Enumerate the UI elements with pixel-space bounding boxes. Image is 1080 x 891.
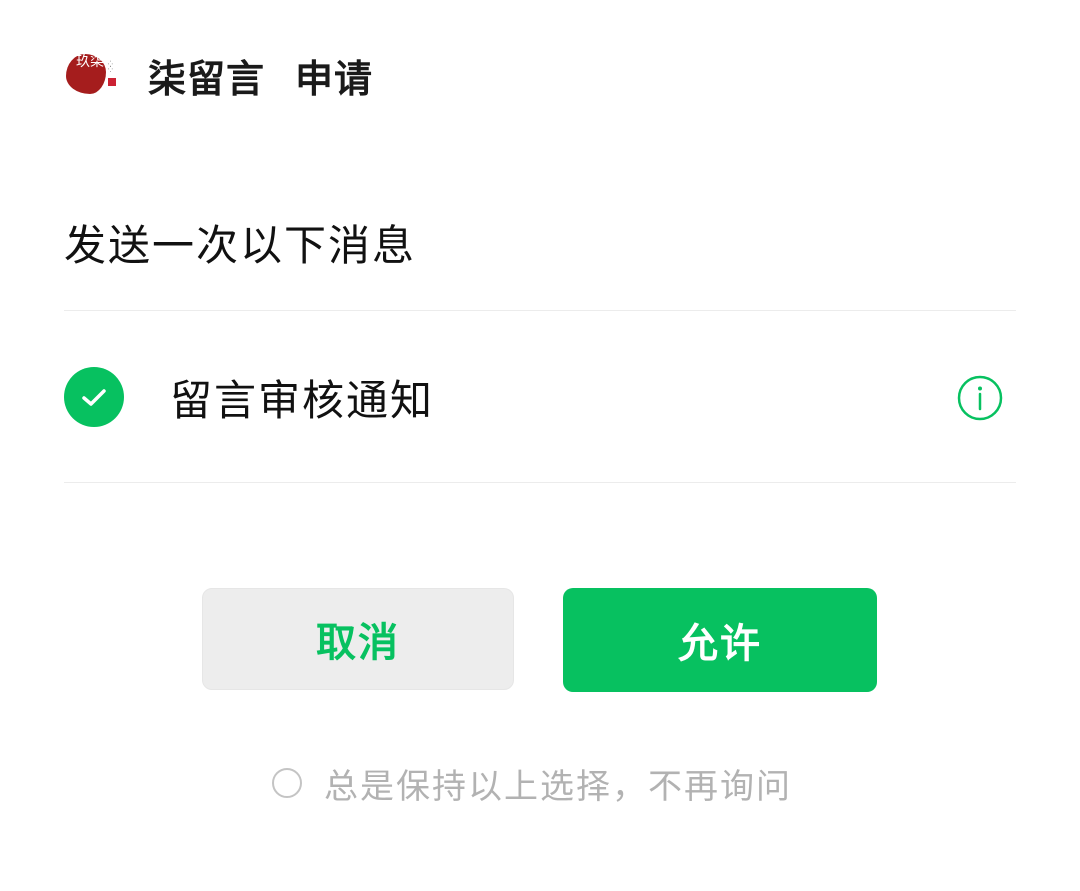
prompt-text: 发送一次以下消息	[64, 221, 417, 270]
logo-calligraphy-marks: ⁛ ⁛	[108, 61, 113, 73]
permission-item[interactable]: 留言审核通知	[64, 312, 1016, 482]
remember-choice-option[interactable]: 总是保持以上选择，不再询问	[272, 760, 792, 807]
remember-label: 总是保持以上选择，不再询问	[324, 766, 792, 807]
divider-top	[64, 310, 1016, 311]
divider-bottom	[64, 482, 1016, 483]
info-icon[interactable]	[956, 374, 1003, 421]
app-logo: 玖柒 ⁛ ⁛	[64, 48, 120, 102]
allow-button[interactable]: 允许	[563, 588, 877, 692]
check-circle-icon[interactable]	[64, 367, 124, 427]
permission-label: 留言审核通知	[170, 375, 435, 425]
logo-seal	[108, 78, 116, 86]
app-name: 柒留言	[148, 56, 266, 101]
cancel-button[interactable]: 取消	[202, 588, 514, 690]
dialog-header: 玖柒 ⁛ ⁛ 柒留言 申请	[64, 48, 373, 102]
logo-glyph: 玖柒	[76, 54, 104, 70]
request-label: 申请	[295, 56, 374, 101]
remember-radio[interactable]	[272, 768, 302, 798]
